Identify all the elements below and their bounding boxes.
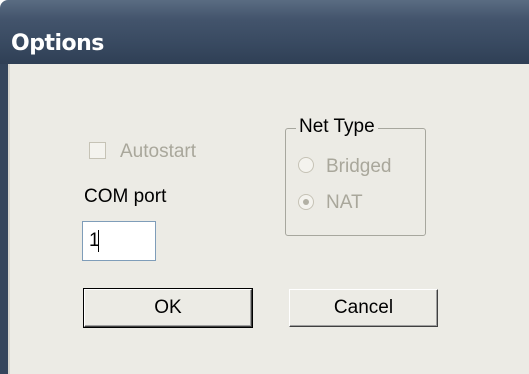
options-dialog: Options Autostart COM port 1 Net Type Br… <box>0 0 529 374</box>
radio-selected-dot <box>303 199 309 205</box>
nat-radio[interactable] <box>298 194 314 210</box>
ok-button[interactable]: OK <box>83 288 253 328</box>
window-left-border-inner <box>8 64 10 374</box>
autostart-label: Autostart <box>120 141 197 162</box>
com-port-input[interactable]: 1 <box>82 221 156 261</box>
window-title: Options <box>11 31 104 56</box>
text-caret <box>98 230 99 252</box>
title-bar[interactable]: Options <box>0 0 529 64</box>
autostart-checkbox[interactable] <box>89 142 106 159</box>
bridged-label: Bridged <box>326 156 392 177</box>
window-left-border <box>0 64 8 374</box>
dialog-body <box>0 64 529 374</box>
net-type-group <box>285 128 426 236</box>
com-port-label: COM port <box>84 186 167 207</box>
cancel-button[interactable]: Cancel <box>289 289 438 327</box>
nat-label: NAT <box>326 192 363 213</box>
net-type-group-label: Net Type <box>296 116 378 138</box>
bridged-radio[interactable] <box>298 157 314 173</box>
